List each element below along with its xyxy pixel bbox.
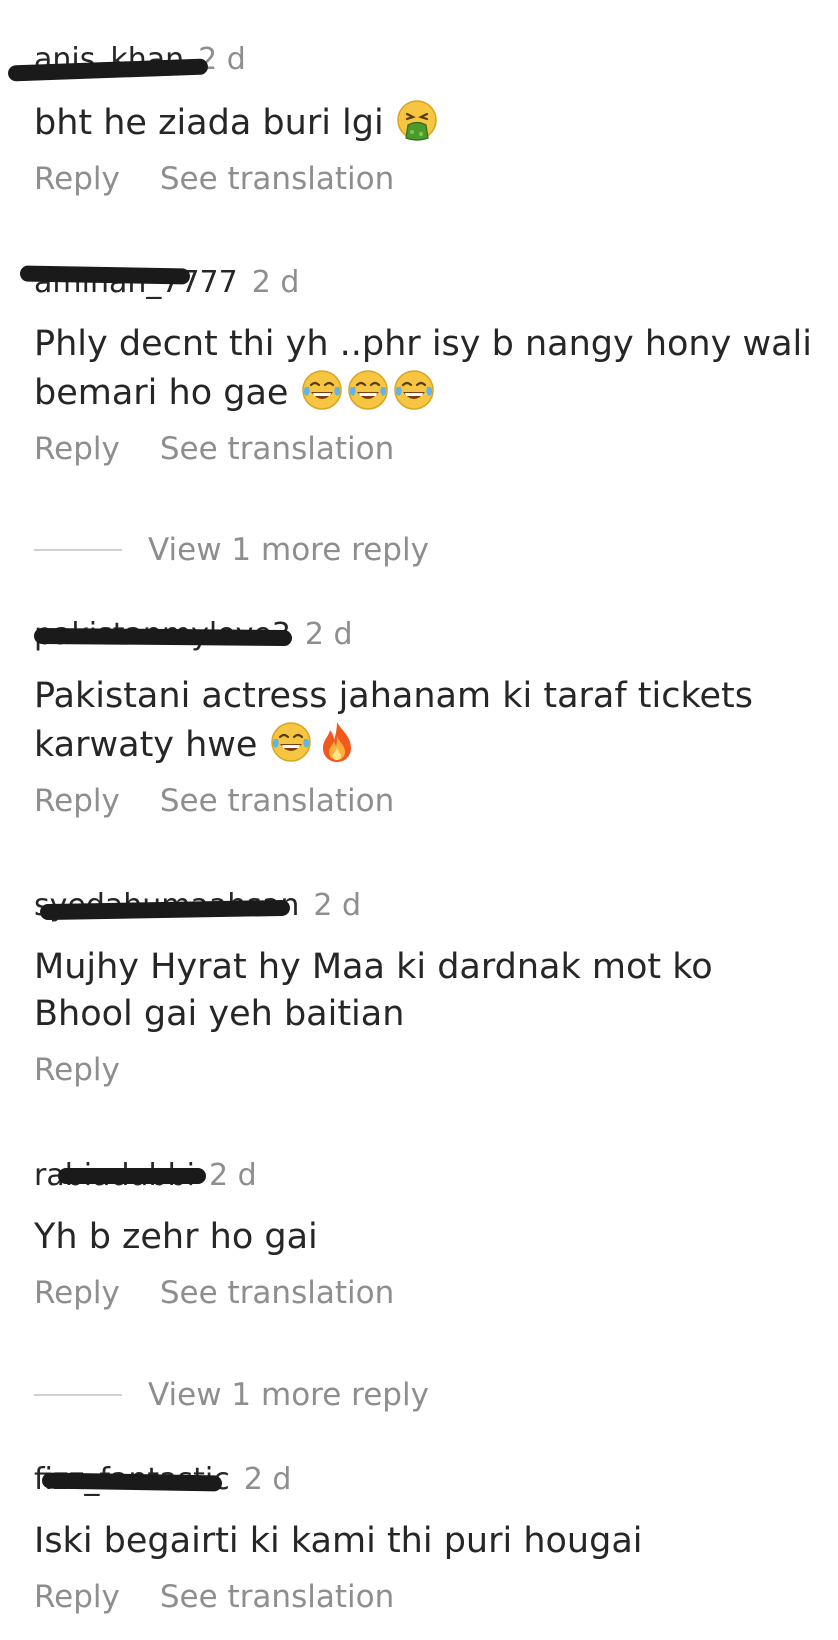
comment-time: 2 d bbox=[304, 617, 353, 652]
redaction-scribble bbox=[41, 1472, 223, 1492]
comment-text: Iski begairti ki kami thi puri hougai bbox=[34, 1518, 818, 1565]
comment-text-content: Pakistani actress jahanam ki taraf ticke… bbox=[34, 676, 754, 765]
thread-divider-line bbox=[34, 549, 122, 551]
comment-text: bht he ziada buri lgi bbox=[34, 98, 818, 147]
comment-actions: Reply See translation bbox=[34, 159, 818, 199]
tears-of-joy-icon bbox=[269, 720, 313, 764]
see-translation-button[interactable]: See translation bbox=[160, 161, 394, 197]
redaction-scribble bbox=[19, 265, 191, 285]
reply-button[interactable]: Reply bbox=[34, 431, 120, 467]
reply-button[interactable]: Reply bbox=[34, 783, 120, 819]
comment-item: rabiadubbi2 d Yh b zehr ho gai Reply See … bbox=[34, 1156, 818, 1313]
view-more-replies-label[interactable]: View 1 more reply bbox=[148, 532, 429, 568]
tears-of-joy-icon bbox=[300, 368, 344, 412]
reply-button[interactable]: Reply bbox=[34, 1579, 120, 1615]
comment-item: syedahumaahsan2 d Mujhy Hyrat hy Maa ki … bbox=[34, 886, 818, 1090]
comment-text: Pakistani actress jahanam ki taraf ticke… bbox=[34, 673, 818, 769]
fire-icon bbox=[315, 720, 359, 764]
reply-button[interactable]: Reply bbox=[34, 1052, 120, 1088]
comment-text: Mujhy Hyrat hy Maa ki dardnak mot ko Bho… bbox=[34, 944, 818, 1038]
reply-button[interactable]: Reply bbox=[34, 161, 120, 197]
comment-actions: Reply See translation bbox=[34, 781, 818, 821]
comment-text-content: Iski begairti ki kami thi puri hougai bbox=[34, 1521, 643, 1561]
comment-item: aminah_77772 d Phly decnt thi yh ..phr i… bbox=[19, 263, 818, 469]
comment-time: 2 d bbox=[243, 1462, 292, 1497]
comment-text: Phly decnt thi yh ..phr isy b nangy hony… bbox=[34, 321, 818, 417]
comment-meta: pakistanmylove32 d bbox=[33, 615, 818, 655]
comment-item: fizz_fantastic2 d Iski begairti ki kami … bbox=[34, 1460, 818, 1617]
comment-text: Yh b zehr ho gai bbox=[34, 1214, 818, 1261]
vomit-face-icon bbox=[395, 98, 439, 142]
see-translation-button[interactable]: See translation bbox=[160, 1579, 394, 1615]
reply-button[interactable]: Reply bbox=[34, 1275, 120, 1311]
comment-meta: syedahumaahsan2 d bbox=[34, 886, 818, 926]
see-translation-button[interactable]: See translation bbox=[160, 431, 394, 467]
comment-time: 2 d bbox=[251, 265, 300, 300]
comment-meta: fizz_fantastic2 d bbox=[34, 1460, 818, 1500]
comment-actions: Reply See translation bbox=[34, 1273, 818, 1313]
comment-text-content: bht he ziada buri lgi bbox=[34, 103, 384, 143]
comment-meta: aminah_77772 d bbox=[19, 263, 818, 303]
comment-text-content: Mujhy Hyrat hy Maa ki dardnak mot ko Bho… bbox=[34, 947, 713, 1034]
thread-divider-line bbox=[34, 1394, 122, 1396]
see-translation-button[interactable]: See translation bbox=[160, 1275, 394, 1311]
redaction-scribble bbox=[58, 1168, 206, 1184]
comment-actions: Reply See translation bbox=[34, 1577, 818, 1617]
tears-of-joy-icon bbox=[392, 368, 436, 412]
comment-time: 2 d bbox=[208, 1158, 257, 1193]
comment-item: pakistanmylove32 d Pakistani actress jah… bbox=[33, 615, 818, 821]
comment-actions: Reply bbox=[34, 1050, 818, 1090]
comment-meta: rabiadubbi2 d bbox=[34, 1156, 818, 1196]
view-more-replies[interactable]: View 1 more reply bbox=[34, 530, 429, 570]
tears-of-joy-icon bbox=[346, 368, 390, 412]
view-more-replies[interactable]: View 1 more reply bbox=[34, 1375, 429, 1415]
comment-actions: Reply See translation bbox=[34, 429, 818, 469]
see-translation-button[interactable]: See translation bbox=[160, 783, 394, 819]
comment-time: 2 d bbox=[313, 888, 361, 923]
comment-meta: anis_khan 2 d bbox=[7, 40, 818, 82]
redaction-scribble bbox=[33, 627, 293, 647]
comment-text-content: Yh b zehr ho gai bbox=[34, 1217, 318, 1257]
comment-item: anis_khan 2 d bht he ziada buri lgi Reply… bbox=[7, 40, 818, 199]
view-more-replies-label[interactable]: View 1 more reply bbox=[148, 1377, 429, 1413]
